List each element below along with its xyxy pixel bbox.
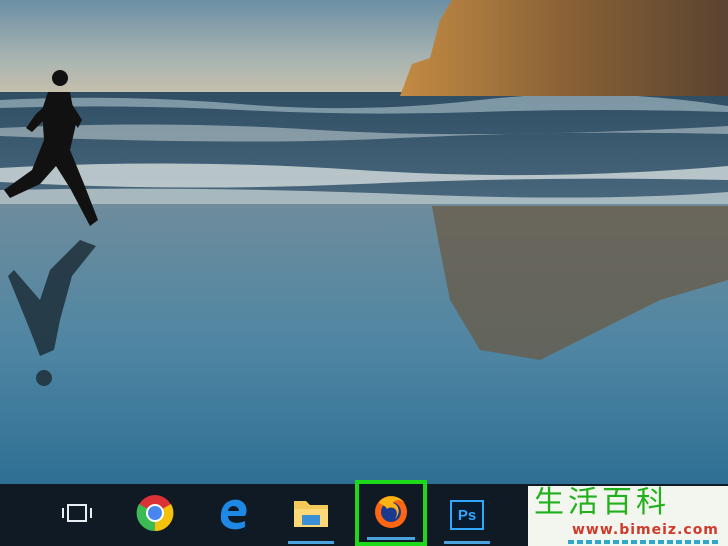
photoshop-icon: Ps xyxy=(450,500,484,530)
watermark-decoration xyxy=(568,540,718,544)
folder-icon xyxy=(292,497,330,533)
chrome-taskbar-button[interactable] xyxy=(124,484,186,546)
desktop-wallpaper xyxy=(0,0,728,484)
file-explorer-taskbar-button[interactable] xyxy=(280,484,342,546)
watermark-title: 生活百科 xyxy=(534,485,670,520)
edge-icon xyxy=(215,495,251,535)
photoshop-taskbar-button[interactable]: Ps xyxy=(436,484,498,546)
chrome-icon xyxy=(136,494,174,536)
firefox-taskbar-button[interactable] xyxy=(355,480,427,546)
edge-taskbar-button[interactable] xyxy=(202,484,264,546)
watermark: 生活百科 www.bimeiz.com xyxy=(528,486,728,546)
firefox-icon xyxy=(371,491,411,535)
watermark-url: www.bimeiz.com xyxy=(572,522,719,538)
task-view-button[interactable] xyxy=(46,484,108,546)
task-view-icon xyxy=(60,502,94,528)
photoshop-label: Ps xyxy=(457,506,477,524)
